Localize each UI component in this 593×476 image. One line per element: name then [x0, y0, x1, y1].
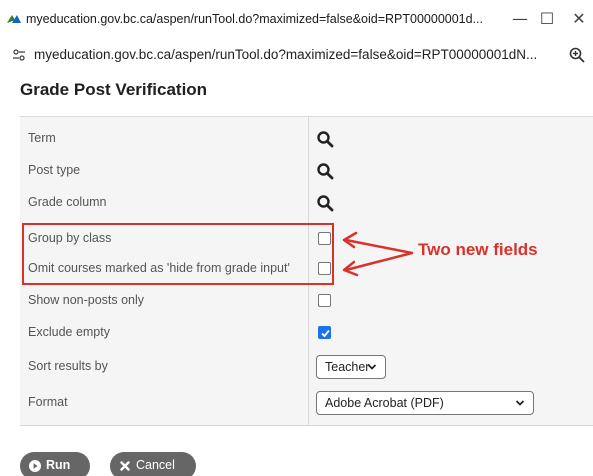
page-title: Grade Post Verification [20, 80, 208, 99]
zoom-icon[interactable] [568, 46, 586, 64]
close-window-button[interactable]: ✕ [568, 8, 590, 30]
form-row-post-type: Post type [20, 155, 593, 187]
sort-results-label: Sort results by [28, 359, 108, 373]
form-row-exclude-empty: Exclude empty [20, 317, 593, 349]
sort-results-value: Teacher [325, 360, 370, 374]
form-row-show-non-posts: Show non-posts only [20, 285, 593, 317]
exclude-empty-label: Exclude empty [28, 325, 110, 339]
window-title: myeducation.gov.bc.ca/aspen/runTool.do?m… [26, 12, 483, 26]
site-info-icon[interactable] [12, 48, 26, 62]
show-non-posts-checkbox[interactable] [318, 294, 331, 307]
search-icon[interactable] [316, 194, 334, 212]
search-icon[interactable] [316, 162, 334, 180]
form-row-sort-results: Sort results by Teacher [20, 351, 593, 383]
sort-results-select[interactable]: Teacher [316, 355, 386, 379]
cancel-button[interactable]: Cancel [110, 452, 196, 476]
chevron-down-icon [515, 400, 525, 406]
format-label: Format [28, 395, 68, 409]
close-icon [120, 461, 130, 471]
checkmark-icon [321, 329, 330, 338]
format-value: Adobe Acrobat (PDF) [325, 396, 444, 410]
cancel-button-label: Cancel [136, 458, 175, 472]
run-button-label: Run [46, 458, 71, 472]
post-type-label: Post type [28, 163, 81, 177]
grade-column-label: Grade column [28, 195, 107, 209]
form-row-grade-column: Grade column [20, 187, 593, 219]
minimize-button[interactable]: — [509, 8, 531, 30]
run-button[interactable]: Run [20, 452, 90, 476]
form-row-format: Format Adobe Acrobat (PDF) [20, 387, 593, 419]
term-label: Term [28, 131, 56, 145]
new-fields-highlight-box [22, 223, 334, 285]
maximize-button[interactable]: ☐ [536, 8, 558, 30]
address-url[interactable]: myeducation.gov.bc.ca/aspen/runTool.do?m… [34, 47, 537, 62]
search-icon[interactable] [316, 130, 334, 148]
window-title-bar: myeducation.gov.bc.ca/aspen/runTool.do?m… [0, 0, 593, 38]
form-row-term: Term [20, 123, 593, 155]
chevron-down-icon [367, 364, 377, 370]
format-select[interactable]: Adobe Acrobat (PDF) [316, 391, 534, 415]
exclude-empty-checkbox[interactable] [318, 326, 331, 339]
app-logo-icon [7, 15, 21, 23]
show-non-posts-label: Show non-posts only [28, 293, 145, 307]
play-circle-icon [29, 460, 41, 472]
annotation-label: Two new fields [418, 240, 538, 259]
address-bar[interactable]: myeducation.gov.bc.ca/aspen/runTool.do?m… [0, 38, 593, 72]
